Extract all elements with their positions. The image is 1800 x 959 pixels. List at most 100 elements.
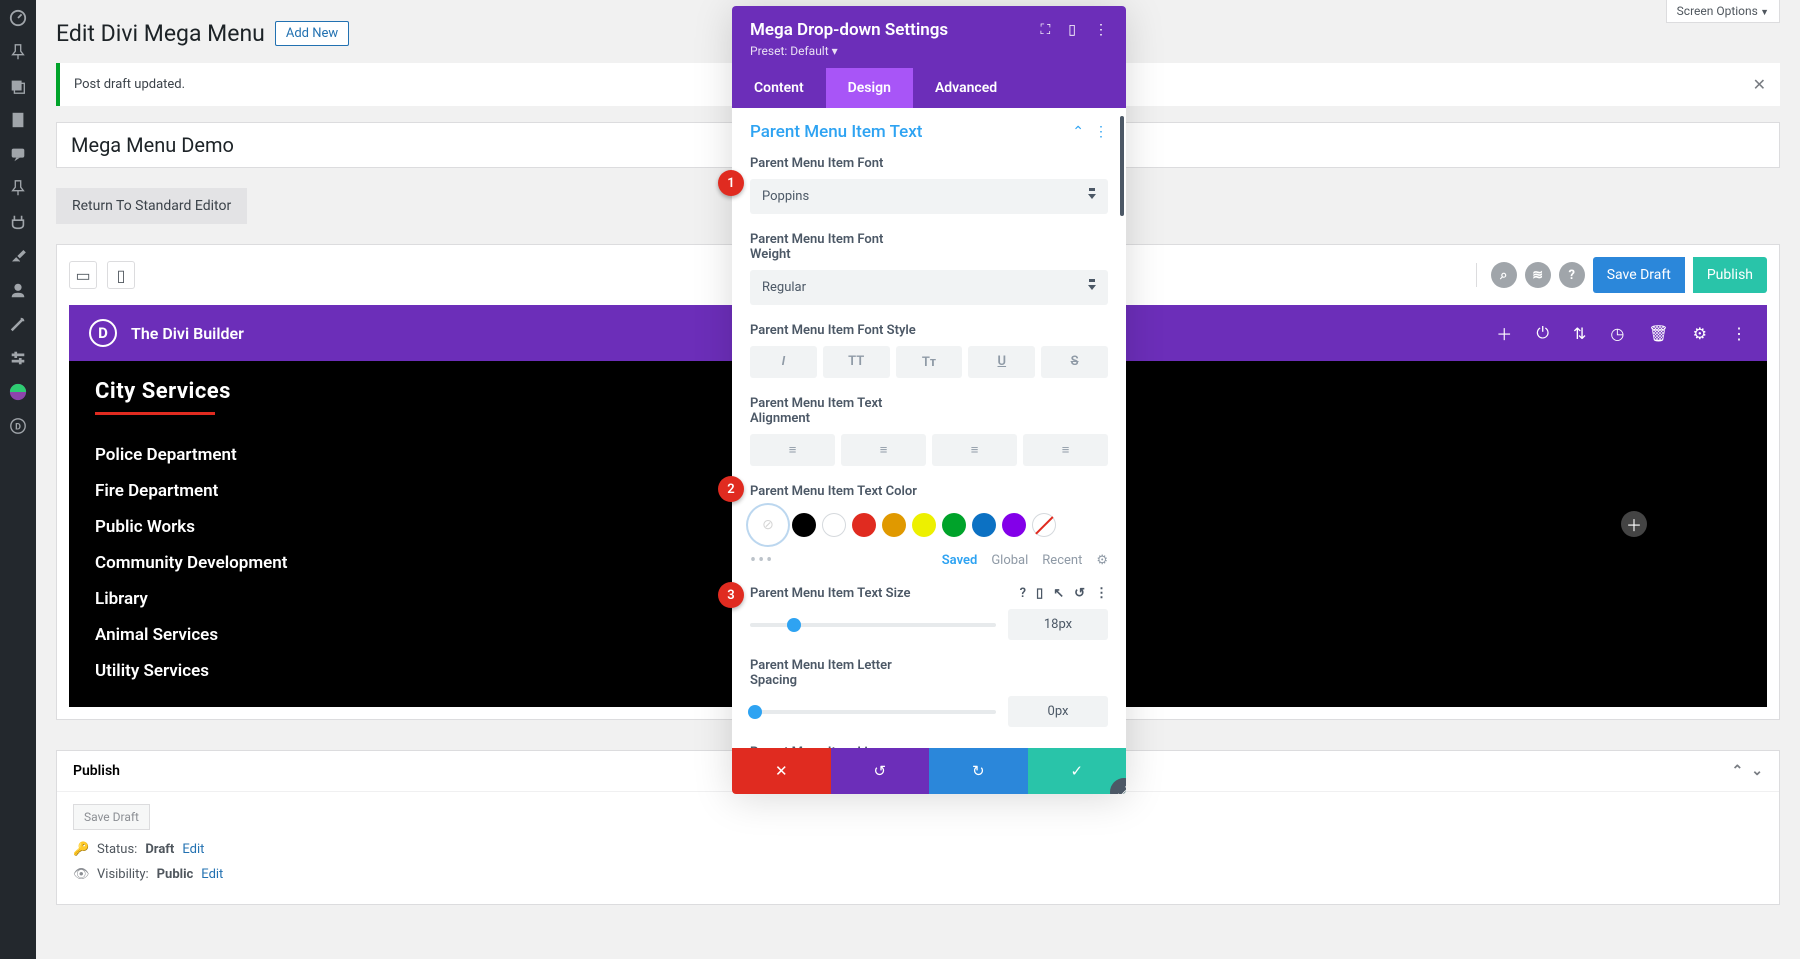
pages-icon[interactable] bbox=[8, 110, 28, 130]
appearance-icon[interactable] bbox=[8, 246, 28, 266]
gear-icon[interactable]: ⚙ bbox=[1096, 553, 1108, 568]
pin-icon-2[interactable] bbox=[8, 178, 28, 198]
swatch-purple[interactable] bbox=[1002, 513, 1026, 537]
swatch-red[interactable] bbox=[852, 513, 876, 537]
layers-icon[interactable]: ≋ bbox=[1525, 262, 1551, 288]
text-size-slider[interactable] bbox=[750, 623, 996, 627]
comments-icon[interactable] bbox=[8, 144, 28, 164]
swatch-white[interactable] bbox=[822, 513, 846, 537]
mobile-icon[interactable]: ▯ bbox=[1036, 586, 1043, 601]
return-standard-editor-button[interactable]: Return To Standard Editor bbox=[56, 188, 247, 224]
dashboard-icon[interactable] bbox=[8, 8, 28, 28]
weight-select[interactable]: Regular bbox=[750, 270, 1108, 305]
size-label: Parent Menu Item Text Size bbox=[750, 586, 910, 601]
add-new-button[interactable]: Add New bbox=[275, 21, 349, 46]
publish-box-title: Publish bbox=[73, 763, 120, 779]
swatch-green[interactable] bbox=[942, 513, 966, 537]
color-tab-saved[interactable]: Saved bbox=[942, 553, 978, 568]
notice-dismiss-icon[interactable]: ✕ bbox=[1753, 75, 1766, 94]
reset-icon[interactable]: ↺ bbox=[1074, 586, 1085, 601]
color-swatches: ⊘ bbox=[750, 507, 1108, 543]
kebab-icon[interactable]: ⋮ bbox=[1094, 124, 1108, 140]
close-button[interactable]: ✕ bbox=[732, 748, 831, 794]
swatch-black[interactable] bbox=[792, 513, 816, 537]
color-tab-recent[interactable]: Recent bbox=[1042, 553, 1082, 568]
tab-advanced[interactable]: Advanced bbox=[913, 68, 1019, 108]
swatch-blue[interactable] bbox=[972, 513, 996, 537]
settings-icon[interactable] bbox=[8, 348, 28, 368]
hover-icon[interactable]: ↖ bbox=[1053, 586, 1064, 601]
swatch-yellow[interactable] bbox=[912, 513, 936, 537]
trash-icon[interactable]: 🗑 bbox=[1648, 324, 1668, 343]
search-icon[interactable]: ⌕ bbox=[1491, 262, 1517, 288]
panel-header[interactable]: Mega Drop-down Settings ⛶ ▯ ⋮ Preset: De… bbox=[732, 6, 1126, 68]
panel-scrollbar[interactable] bbox=[1120, 116, 1124, 216]
publish-button[interactable]: Publish bbox=[1693, 257, 1767, 293]
status-edit-link[interactable]: Edit bbox=[182, 842, 204, 857]
preset-label[interactable]: Preset: Default ▾ bbox=[750, 44, 1108, 58]
users-icon[interactable] bbox=[8, 280, 28, 300]
divi-logo-icon[interactable] bbox=[8, 382, 28, 402]
mobile-view-icon[interactable]: ▯ bbox=[107, 261, 135, 289]
eye-icon: 👁 bbox=[73, 867, 89, 882]
align-center-button[interactable]: ≡ bbox=[841, 434, 926, 466]
font-select[interactable]: Poppins bbox=[750, 179, 1108, 214]
chevron-up-icon[interactable]: ⌃ bbox=[1072, 124, 1084, 140]
status-value: Draft bbox=[145, 842, 174, 857]
section-title[interactable]: Parent Menu Item Text bbox=[750, 122, 922, 142]
tablet-icon[interactable]: ▯ bbox=[1068, 22, 1076, 38]
spacing-label: Parent Menu Item Letter Spacing bbox=[750, 658, 920, 688]
media-icon[interactable] bbox=[8, 76, 28, 96]
tools-icon[interactable] bbox=[8, 314, 28, 334]
letter-spacing-value[interactable]: 0px bbox=[1008, 696, 1108, 727]
annotation-badge-3: 3 bbox=[718, 582, 744, 608]
strikethrough-button[interactable]: S bbox=[1041, 346, 1108, 378]
power-icon[interactable]: ⏻ bbox=[1536, 323, 1549, 343]
notice-text: Post draft updated. bbox=[74, 77, 185, 92]
align-label: Parent Menu Item Text Alignment bbox=[750, 396, 920, 426]
chevron-up-icon[interactable]: ⌃ bbox=[1732, 763, 1744, 779]
tab-content[interactable]: Content bbox=[732, 68, 826, 108]
add-icon[interactable]: ＋ bbox=[1496, 321, 1512, 345]
swap-icon[interactable]: ⇅ bbox=[1573, 324, 1586, 343]
swatch-orange[interactable] bbox=[882, 513, 906, 537]
redo-button[interactable]: ↻ bbox=[929, 748, 1028, 794]
pin-icon[interactable] bbox=[8, 42, 28, 62]
divi-d-icon[interactable]: D bbox=[8, 416, 28, 436]
responsive-icon[interactable]: ⛶ bbox=[1040, 22, 1050, 38]
kebab-icon[interactable]: ⋮ bbox=[1095, 586, 1108, 601]
chevron-down-icon[interactable]: ⌄ bbox=[1751, 763, 1763, 779]
plugins-icon[interactable] bbox=[8, 212, 28, 232]
letter-spacing-slider[interactable] bbox=[750, 710, 996, 714]
slider-thumb[interactable] bbox=[787, 618, 801, 632]
help-icon[interactable]: ? bbox=[1020, 586, 1026, 601]
align-justify-button[interactable]: ≡ bbox=[1023, 434, 1108, 466]
align-left-button[interactable]: ≡ bbox=[750, 434, 835, 466]
tab-design[interactable]: Design bbox=[826, 68, 913, 108]
slider-thumb[interactable] bbox=[748, 705, 762, 719]
underline-button[interactable]: U bbox=[968, 346, 1035, 378]
panel-body: Parent Menu Item Text ⌃ ⋮ Parent Menu It… bbox=[732, 108, 1126, 748]
color-tab-global[interactable]: Global bbox=[991, 553, 1028, 568]
history-icon[interactable]: ◷ bbox=[1610, 324, 1624, 343]
add-column-button[interactable]: ＋ bbox=[1621, 511, 1647, 537]
desktop-view-icon[interactable]: ▭ bbox=[69, 261, 97, 289]
text-size-value[interactable]: 18px bbox=[1008, 609, 1108, 640]
gear-icon[interactable]: ⚙ bbox=[1693, 324, 1707, 343]
undo-button[interactable]: ↺ bbox=[831, 748, 930, 794]
annotation-badge-1: 1 bbox=[718, 170, 744, 196]
swatch-selected[interactable]: ⊘ bbox=[750, 507, 786, 543]
help-icon[interactable]: ? bbox=[1559, 262, 1585, 288]
uppercase-button[interactable]: TT bbox=[823, 346, 890, 378]
save-draft-small-button[interactable]: Save Draft bbox=[73, 804, 150, 830]
toolbar-divider bbox=[1476, 263, 1477, 287]
kebab-icon[interactable]: ⋮ bbox=[1094, 22, 1108, 38]
visibility-edit-link[interactable]: Edit bbox=[201, 867, 223, 882]
swatch-none[interactable] bbox=[1032, 513, 1056, 537]
save-draft-button[interactable]: Save Draft bbox=[1593, 257, 1685, 293]
kebab-icon[interactable]: ⋮ bbox=[1731, 324, 1747, 343]
smallcaps-button[interactable]: Tᴛ bbox=[896, 346, 963, 378]
more-colors-icon[interactable]: ••• bbox=[750, 556, 774, 566]
italic-button[interactable]: I bbox=[750, 346, 817, 378]
align-right-button[interactable]: ≡ bbox=[932, 434, 1017, 466]
